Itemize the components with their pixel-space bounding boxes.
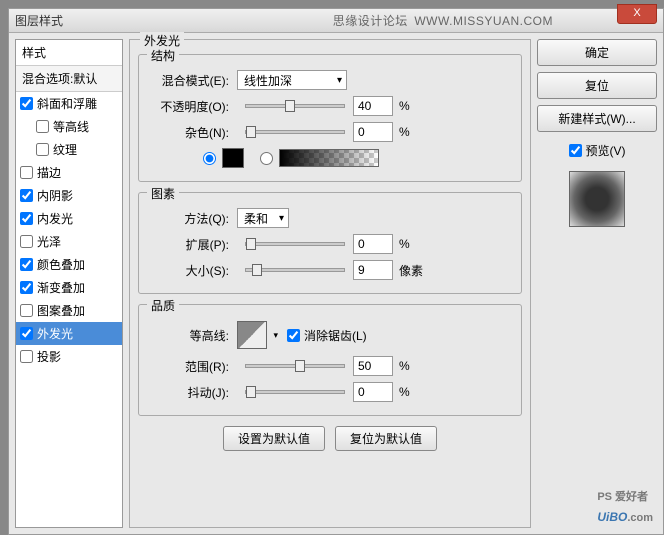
watermark: PS 爱好者 UiBO.com [597, 484, 653, 526]
outer-glow-panel: 外发光 结构 混合模式(E): 线性加深 不透明度(O): % 杂色(N): [129, 39, 531, 528]
elements-group: 图素 方法(Q): 柔和 扩展(P): % 大小(S): [138, 192, 522, 294]
sidebar-item-11[interactable]: 投影 [16, 345, 122, 368]
size-input[interactable] [353, 260, 393, 280]
spread-unit: % [399, 237, 410, 251]
styles-sidebar: 样式 混合选项:默认 斜面和浮雕等高线纹理描边内阴影内发光光泽颜色叠加渐变叠加图… [15, 39, 123, 528]
sidebar-header: 样式 [16, 40, 122, 66]
layer-style-dialog: 图层样式 思缘设计论坛 WWW.MISSYUAN.COM X 样式 混合选项:默… [8, 8, 664, 535]
noise-unit: % [399, 125, 410, 139]
blend-mode-label: 混合模式(E): [147, 72, 237, 89]
contour-picker[interactable] [237, 321, 267, 349]
set-default-button[interactable]: 设置为默认值 [223, 426, 325, 451]
antialias-label: 消除锯齿(L) [304, 327, 367, 344]
range-label: 范围(R): [147, 358, 237, 375]
titlebar-url: 思缘设计论坛 WWW.MISSYUAN.COM [333, 12, 553, 29]
sidebar-item-1[interactable]: 等高线 [16, 115, 122, 138]
opacity-input[interactable] [353, 96, 393, 116]
sidebar-label-3: 描边 [37, 164, 61, 181]
jitter-label: 抖动(J): [147, 384, 237, 401]
spread-input[interactable] [353, 234, 393, 254]
sidebar-item-4[interactable]: 内阴影 [16, 184, 122, 207]
sidebar-item-9[interactable]: 图案叠加 [16, 299, 122, 322]
new-style-button[interactable]: 新建样式(W)... [537, 105, 657, 132]
preview-checkbox[interactable] [569, 144, 582, 157]
color-solid-radio[interactable] [203, 152, 216, 165]
spread-label: 扩展(P): [147, 236, 237, 253]
opacity-unit: % [399, 99, 410, 113]
main-panel: 外发光 结构 混合模式(E): 线性加深 不透明度(O): % 杂色(N): [129, 39, 531, 528]
structure-group: 结构 混合模式(E): 线性加深 不透明度(O): % 杂色(N): [138, 54, 522, 182]
quality-group: 品质 等高线: 消除锯齿(L) 范围(R): % [138, 304, 522, 416]
sidebar-checkbox-1[interactable] [36, 120, 49, 133]
dialog-content: 样式 混合选项:默认 斜面和浮雕等高线纹理描边内阴影内发光光泽颜色叠加渐变叠加图… [9, 33, 663, 534]
blend-mode-select[interactable]: 线性加深 [237, 70, 347, 90]
cancel-button[interactable]: 复位 [537, 72, 657, 99]
sidebar-label-1: 等高线 [53, 118, 89, 135]
sidebar-checkbox-7[interactable] [20, 258, 33, 271]
sidebar-label-2: 纹理 [53, 141, 77, 158]
sidebar-item-7[interactable]: 颜色叠加 [16, 253, 122, 276]
technique-select[interactable]: 柔和 [237, 208, 289, 228]
sidebar-checkbox-3[interactable] [20, 166, 33, 179]
sidebar-checkbox-6[interactable] [20, 235, 33, 248]
color-swatch[interactable] [222, 148, 244, 168]
size-unit: 像素 [399, 262, 423, 279]
range-input[interactable] [353, 356, 393, 376]
noise-input[interactable] [353, 122, 393, 142]
sidebar-item-6[interactable]: 光泽 [16, 230, 122, 253]
size-slider[interactable] [245, 268, 345, 272]
sidebar-item-3[interactable]: 描边 [16, 161, 122, 184]
sidebar-label-0: 斜面和浮雕 [37, 95, 97, 112]
right-panel: 确定 复位 新建样式(W)... 预览(V) [537, 39, 657, 528]
sidebar-checkbox-8[interactable] [20, 281, 33, 294]
noise-slider[interactable] [245, 130, 345, 134]
technique-label: 方法(Q): [147, 210, 237, 227]
range-unit: % [399, 359, 410, 373]
sidebar-checkbox-0[interactable] [20, 97, 33, 110]
sidebar-blend-options[interactable]: 混合选项:默认 [16, 66, 122, 92]
noise-label: 杂色(N): [147, 124, 237, 141]
sidebar-item-10[interactable]: 外发光 [16, 322, 122, 345]
sidebar-label-5: 内发光 [37, 210, 73, 227]
window-title: 图层样式 [15, 12, 63, 29]
sidebar-label-8: 渐变叠加 [37, 279, 85, 296]
quality-title: 品质 [147, 297, 179, 314]
jitter-input[interactable] [353, 382, 393, 402]
sidebar-checkbox-9[interactable] [20, 304, 33, 317]
range-slider[interactable] [245, 364, 345, 368]
sidebar-item-2[interactable]: 纹理 [16, 138, 122, 161]
gradient-swatch[interactable] [279, 149, 379, 167]
size-label: 大小(S): [147, 262, 237, 279]
contour-label: 等高线: [147, 327, 237, 344]
elements-title: 图素 [147, 185, 179, 202]
preview-thumbnail [569, 171, 625, 227]
sidebar-item-0[interactable]: 斜面和浮雕 [16, 92, 122, 115]
ok-button[interactable]: 确定 [537, 39, 657, 66]
opacity-slider[interactable] [245, 104, 345, 108]
sidebar-label-7: 颜色叠加 [37, 256, 85, 273]
sidebar-checkbox-11[interactable] [20, 350, 33, 363]
antialias-checkbox[interactable] [287, 329, 300, 342]
jitter-unit: % [399, 385, 410, 399]
titlebar: 图层样式 思缘设计论坛 WWW.MISSYUAN.COM X [9, 9, 663, 33]
color-gradient-radio[interactable] [260, 152, 273, 165]
sidebar-label-4: 内阴影 [37, 187, 73, 204]
sidebar-label-9: 图案叠加 [37, 302, 85, 319]
sidebar-checkbox-4[interactable] [20, 189, 33, 202]
sidebar-checkbox-10[interactable] [20, 327, 33, 340]
sidebar-item-8[interactable]: 渐变叠加 [16, 276, 122, 299]
reset-default-button[interactable]: 复位为默认值 [335, 426, 437, 451]
sidebar-checkbox-2[interactable] [36, 143, 49, 156]
jitter-slider[interactable] [245, 390, 345, 394]
sidebar-label-6: 光泽 [37, 233, 61, 250]
structure-title: 结构 [147, 47, 179, 64]
opacity-label: 不透明度(O): [147, 98, 237, 115]
sidebar-label-11: 投影 [37, 348, 61, 365]
sidebar-checkbox-5[interactable] [20, 212, 33, 225]
spread-slider[interactable] [245, 242, 345, 246]
sidebar-label-10: 外发光 [37, 325, 73, 342]
close-button[interactable]: X [617, 4, 657, 24]
sidebar-item-5[interactable]: 内发光 [16, 207, 122, 230]
preview-label: 预览(V) [586, 142, 626, 159]
